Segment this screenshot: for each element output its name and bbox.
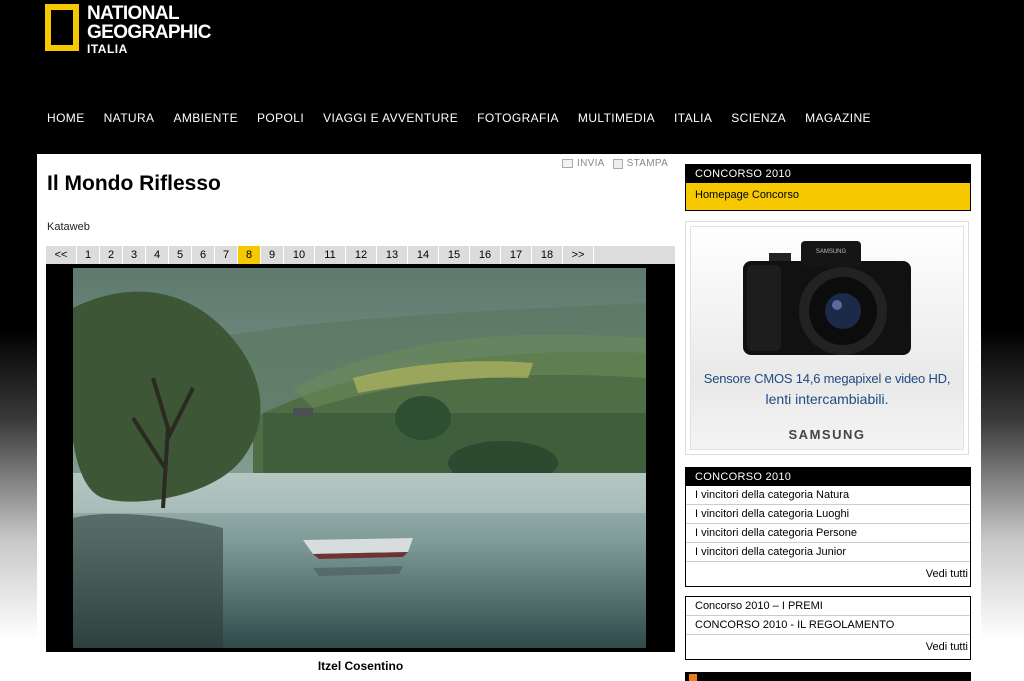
winners-luoghi-link[interactable]: I vincitori della categoria Luoghi xyxy=(686,505,970,524)
pager-page-2[interactable]: 2 xyxy=(100,246,123,264)
gallery-photo[interactable] xyxy=(73,268,646,648)
yellow-frame-icon xyxy=(45,4,79,51)
logo-line-1: NATIONAL xyxy=(87,3,180,24)
logo-line-2: GEOGRAPHIC xyxy=(87,22,211,43)
pager-page-17[interactable]: 17 xyxy=(501,246,532,264)
article-tools: INVIA STAMPA xyxy=(562,158,676,169)
pager-page-11[interactable]: 11 xyxy=(315,246,346,264)
ad-creative: SAMSUNG Sensore CMOS 14,6 megapixel e vi… xyxy=(690,226,964,450)
nav-ambiente[interactable]: AMBIENTE xyxy=(173,111,238,125)
ad-subline: lenti intercambiabili. xyxy=(765,391,889,407)
prizes-see-all-link[interactable]: Vedi tutti xyxy=(686,635,970,659)
print-label: STAMPA xyxy=(626,158,669,169)
nav-home[interactable]: HOME xyxy=(47,111,85,125)
logo-line-3: ITALIA xyxy=(87,42,128,56)
gallery-pager: << 1 2 3 4 5 6 7 8 9 10 11 12 13 14 15 1… xyxy=(46,246,675,264)
nav-fotografia[interactable]: FOTOGRAFIA xyxy=(477,111,559,125)
pager-page-14[interactable]: 14 xyxy=(408,246,439,264)
rules-link[interactable]: CONCORSO 2010 - IL REGOLAMENTO xyxy=(686,616,970,635)
send-label: INVIA xyxy=(577,158,605,169)
main-nav: HOME NATURA AMBIENTE POPOLI VIAGGI E AVV… xyxy=(47,111,890,125)
pager-page-13[interactable]: 13 xyxy=(377,246,408,264)
printer-icon xyxy=(612,158,623,169)
nav-popoli[interactable]: POPOLI xyxy=(257,111,304,125)
winners-see-all-link[interactable]: Vedi tutti xyxy=(686,562,970,586)
nav-magazine[interactable]: MAGAZINE xyxy=(805,111,871,125)
pager-page-10[interactable]: 10 xyxy=(284,246,315,264)
pager-page-8[interactable]: 8 xyxy=(238,246,261,264)
pager-prev[interactable]: << xyxy=(46,246,77,264)
contest-homepage-link[interactable]: Homepage Concorso xyxy=(686,183,970,210)
contest-box-header: CONCORSO 2010 xyxy=(686,165,970,183)
prizes-box: Concorso 2010 – I PREMI CONCORSO 2010 - … xyxy=(685,596,971,660)
envelope-icon xyxy=(562,159,573,168)
nav-italia[interactable]: ITALIA xyxy=(674,111,712,125)
article-source: Kataweb xyxy=(47,221,90,233)
nav-scienza[interactable]: SCIENZA xyxy=(731,111,786,125)
winners-natura-link[interactable]: I vincitori della categoria Natura xyxy=(686,486,970,505)
pager-page-3[interactable]: 3 xyxy=(123,246,146,264)
winners-box-header: CONCORSO 2010 xyxy=(686,468,970,486)
prizes-link[interactable]: Concorso 2010 – I PREMI xyxy=(686,597,970,616)
pager-next[interactable]: >> xyxy=(563,246,594,264)
pager-page-9[interactable]: 9 xyxy=(261,246,284,264)
winners-persone-link[interactable]: I vincitori della categoria Persone xyxy=(686,524,970,543)
winners-junior-link[interactable]: I vincitori della categoria Junior xyxy=(686,543,970,562)
nav-viaggi[interactable]: VIAGGI E AVVENTURE xyxy=(323,111,458,125)
send-button[interactable]: INVIA xyxy=(562,158,605,169)
photo-frame xyxy=(46,264,675,652)
pager-page-6[interactable]: 6 xyxy=(192,246,215,264)
nav-natura[interactable]: NATURA xyxy=(104,111,155,125)
ad-headline: Sensore CMOS 14,6 megapixel e video HD, xyxy=(703,371,951,386)
nav-multimedia[interactable]: MULTIMEDIA xyxy=(578,111,655,125)
pager-page-5[interactable]: 5 xyxy=(169,246,192,264)
logo-text: NATIONAL GEOGRAPHIC ITALIA xyxy=(87,4,211,56)
print-button[interactable]: STAMPA xyxy=(612,158,669,169)
pager-page-12[interactable]: 12 xyxy=(346,246,377,264)
camera-icon: SAMSUNG xyxy=(743,241,911,355)
pager-page-1[interactable]: 1 xyxy=(77,246,100,264)
contest-box: CONCORSO 2010 Homepage Concorso xyxy=(685,164,971,211)
pager-page-18[interactable]: 18 xyxy=(532,246,563,264)
rss-box xyxy=(685,672,971,681)
winners-box: CONCORSO 2010 I vincitori della categori… xyxy=(685,467,971,587)
pager-page-15[interactable]: 15 xyxy=(439,246,470,264)
photo-caption: Itzel Cosentino xyxy=(317,659,404,673)
pager-page-7[interactable]: 7 xyxy=(215,246,238,264)
ad-brand: SAMSUNG xyxy=(788,427,866,442)
pager-page-4[interactable]: 4 xyxy=(146,246,169,264)
rss-icon[interactable] xyxy=(689,674,697,681)
lake-landscape-image xyxy=(73,268,646,648)
national-geographic-logo[interactable]: NATIONAL GEOGRAPHIC ITALIA xyxy=(45,4,211,56)
camera-brand-label: SAMSUNG xyxy=(816,249,847,255)
pager-page-16[interactable]: 16 xyxy=(470,246,501,264)
samsung-ad[interactable]: SAMSUNG Sensore CMOS 14,6 megapixel e vi… xyxy=(685,221,969,455)
content-panel: INVIA STAMPA Il Mondo Riflesso Kataweb <… xyxy=(37,154,981,681)
page-title: Il Mondo Riflesso xyxy=(47,172,221,195)
